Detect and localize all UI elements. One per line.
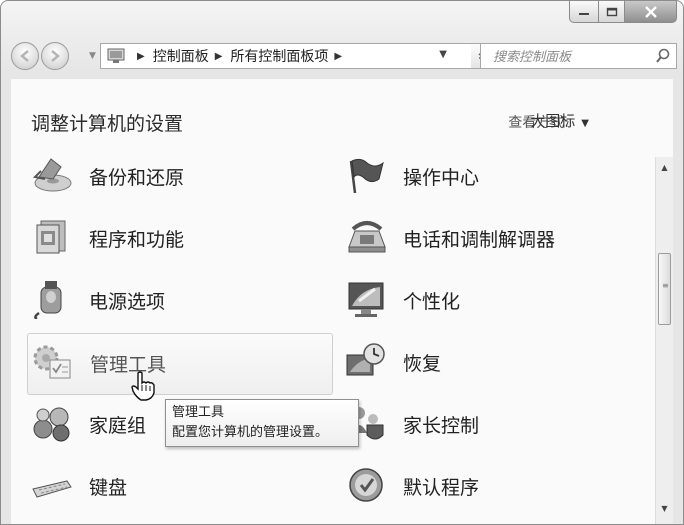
hand-pointer-cursor-icon (131, 371, 155, 401)
item-keyboard[interactable]: 键盘 (27, 457, 327, 513)
breadcrumb-separator-icon: ▶ (334, 50, 343, 62)
tooltip-title: 管理工具 (172, 405, 225, 420)
scroll-down-arrow-icon[interactable]: ▼ (656, 500, 673, 516)
address-bar[interactable]: ▶ 控制面板 ▶ 所有控制面板项 ▶ ▼ (100, 43, 497, 69)
action-center-flag-icon (349, 158, 384, 194)
personalization-icon (348, 282, 384, 317)
control-panel-window: ▼ ▶ 控制面板 ▶ 所有控制面板项 ▶ ▼ 调整计算机的设置 查看方式: 大图… (0, 0, 684, 525)
breadcrumb-separator-icon: ▶ (137, 50, 145, 62)
control-panel-items: 备份和还原 操作中心 程序和功能 电话和调制解调器 电源选项 个性化 管理工具 … (11, 157, 651, 524)
page-title: 调整计算机的设置 (31, 113, 184, 135)
power-options-icon (34, 281, 62, 319)
address-history-dropdown[interactable]: ▼ (439, 49, 447, 60)
view-by-value: 大图标 (530, 112, 576, 130)
item-label: 家长控制 (403, 415, 480, 437)
item-default-programs[interactable]: 默认程序 (341, 457, 641, 513)
item-label: 默认程序 (403, 477, 480, 499)
tooltip: 管理工具 配置您计算机的管理设置。 (165, 399, 359, 447)
backup-restore-icon (32, 158, 72, 192)
item-label: 电话和调制解调器 (403, 229, 556, 251)
maximize-icon (606, 7, 617, 16)
navigation-bar: ▼ ▶ 控制面板 ▶ 所有控制面板项 ▶ ▼ (11, 39, 677, 73)
vertical-scrollbar[interactable]: ▲ ≡ ▼ (655, 157, 673, 524)
forward-arrow-icon (51, 50, 60, 62)
programs-features-icon (36, 220, 66, 254)
item-action-center[interactable]: 操作中心 (341, 147, 641, 203)
breadcrumb-all-items[interactable]: 所有控制面板项 (230, 46, 328, 66)
caption-buttons (569, 1, 677, 25)
recent-pages-dropdown[interactable]: ▼ (89, 51, 96, 61)
keyboard-icon (32, 480, 72, 498)
view-by-dropdown[interactable]: 大图标 ▼ (530, 110, 589, 131)
item-personalization[interactable]: 个性化 (341, 271, 641, 327)
search-input[interactable] (491, 47, 655, 67)
item-label: 家庭组 (89, 415, 147, 437)
recovery-icon (346, 343, 385, 376)
back-arrow-icon (20, 50, 29, 62)
thumb-grip-icon: ≡ (662, 281, 669, 290)
phone-modem-icon (348, 221, 386, 253)
back-button[interactable] (11, 42, 39, 70)
scroll-thumb[interactable]: ≡ (658, 253, 671, 325)
item-label: 程序和功能 (89, 229, 185, 251)
minimize-icon (579, 12, 589, 15)
forward-button[interactable] (41, 42, 69, 70)
scroll-up-arrow-icon[interactable]: ▲ (656, 159, 673, 175)
item-programs-features[interactable]: 程序和功能 (27, 209, 327, 265)
maximize-button[interactable] (599, 1, 625, 23)
item-label: 键盘 (89, 477, 128, 499)
tooltip-description: 配置您计算机的管理设置。 (172, 425, 329, 440)
search-icon[interactable] (655, 48, 671, 64)
breadcrumb-separator-icon: ▶ (214, 50, 223, 62)
item-label: 电源选项 (89, 291, 166, 313)
item-label: 个性化 (403, 291, 461, 313)
item-label: 备份和还原 (89, 167, 185, 189)
administrative-tools-icon (33, 345, 71, 379)
minimize-button[interactable] (569, 1, 599, 23)
item-administrative-tools[interactable]: 管理工具 (27, 333, 333, 395)
search-box[interactable] (480, 43, 677, 69)
item-parental-controls[interactable]: 家长控制 (341, 395, 641, 451)
item-label: 恢复 (403, 353, 442, 375)
close-icon (644, 5, 657, 18)
item-backup-restore[interactable]: 备份和还原 (27, 147, 327, 203)
homegroup-icon (33, 407, 70, 442)
content-area: 调整计算机的设置 查看方式: 大图标 ▼ 备份和还原 操作中心 程序和功能 电话… (11, 79, 673, 524)
chevron-down-icon: ▼ (581, 118, 589, 129)
item-label: 操作中心 (403, 167, 480, 189)
breadcrumb-control-panel[interactable]: 控制面板 (153, 46, 209, 66)
default-programs-icon (349, 468, 383, 502)
close-button[interactable] (625, 1, 677, 23)
item-phone-modem[interactable]: 电话和调制解调器 (341, 209, 641, 265)
control-panel-icon (107, 48, 125, 63)
item-recovery[interactable]: 恢复 (341, 333, 641, 389)
item-power-options[interactable]: 电源选项 (27, 271, 327, 327)
